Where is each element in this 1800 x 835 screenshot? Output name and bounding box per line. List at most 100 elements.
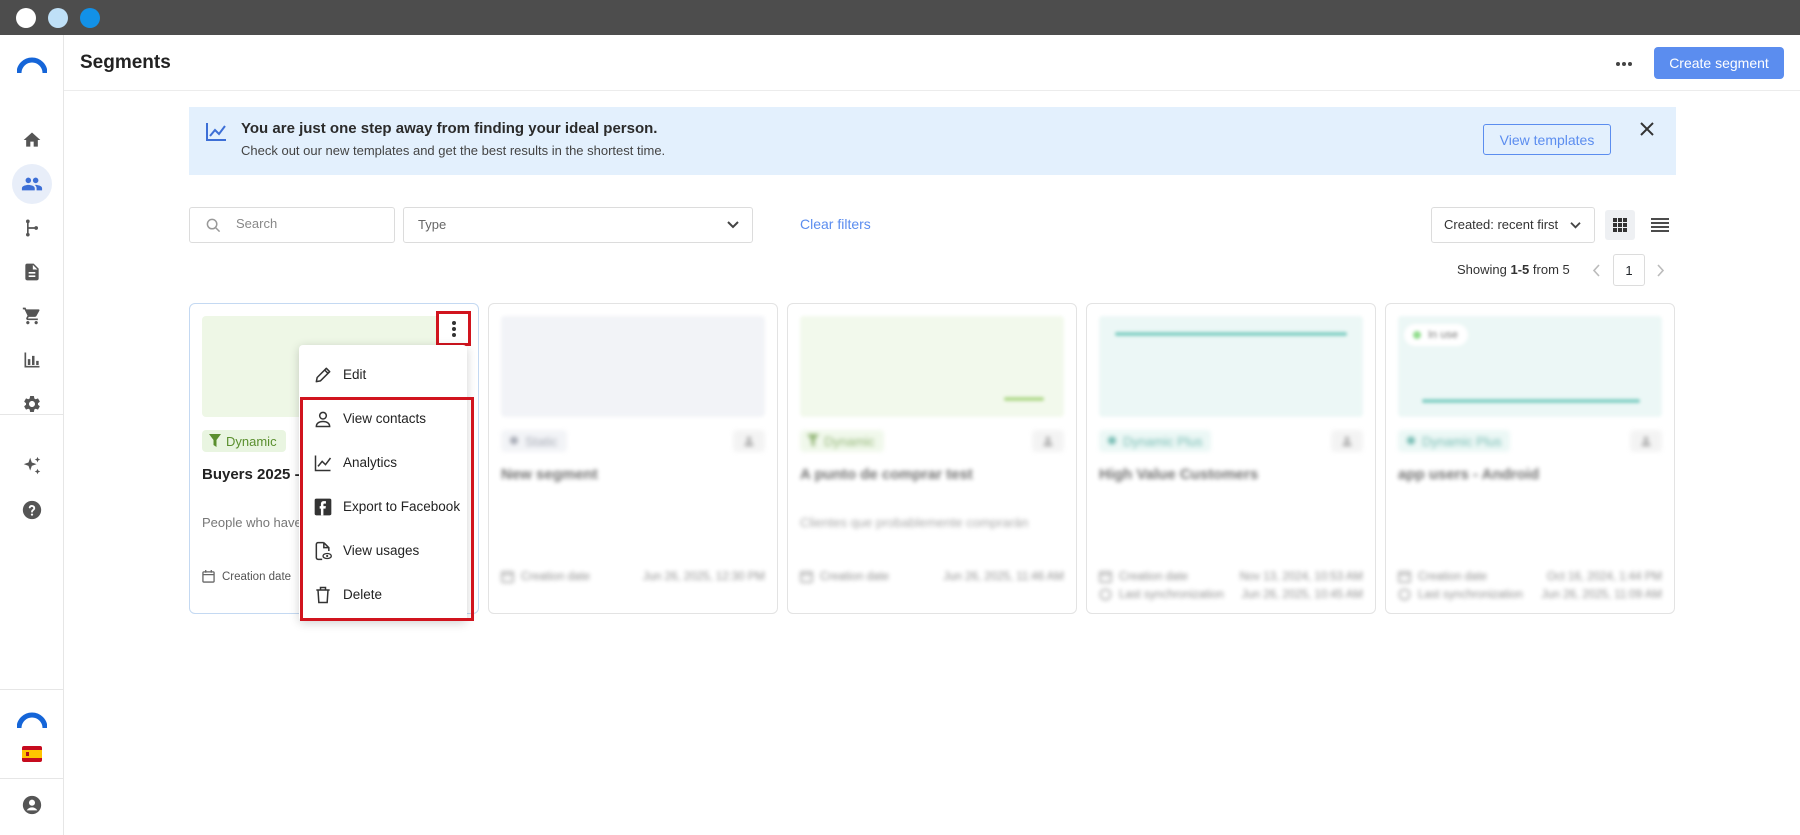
more-horizontal-icon — [1616, 62, 1632, 66]
calendar-icon — [1398, 571, 1411, 583]
chevron-left-icon — [1592, 263, 1600, 277]
menu-item-label: Delete — [343, 587, 383, 602]
sidebar-item-journeys[interactable] — [12, 208, 52, 248]
list-view-button[interactable] — [1645, 210, 1675, 240]
sort-select[interactable]: Created: recent first — [1431, 207, 1595, 243]
brand-logo-icon[interactable] — [12, 45, 52, 85]
sync-icon — [1099, 588, 1112, 601]
sparkles-icon — [23, 456, 41, 475]
sidebar-item-help[interactable] — [12, 490, 52, 530]
sidebar-item-contacts[interactable] — [12, 164, 52, 204]
creation-date-label: Creation date — [820, 571, 890, 583]
segment-type-badge: Dynamic Plus — [1398, 430, 1511, 452]
sidebar-divider — [0, 414, 64, 415]
sidebar-item-content[interactable] — [12, 252, 52, 292]
type-select[interactable]: Type — [403, 207, 753, 243]
search-field[interactable] — [189, 207, 395, 243]
prev-page-button[interactable] — [1586, 260, 1606, 280]
segment-title: app users - Android — [1398, 466, 1540, 483]
search-input[interactable] — [236, 216, 386, 231]
chevron-right-icon — [1656, 263, 1664, 277]
window-close-dot[interactable] — [16, 8, 36, 28]
trend-chart-icon — [205, 122, 227, 147]
templates-banner: You are just one step away from finding … — [189, 107, 1676, 175]
segment-type-badge: Dynamic — [202, 430, 286, 452]
menu-item-export-facebook[interactable]: Export to Facebook — [299, 485, 467, 529]
sort-select-value: Created: recent first — [1444, 217, 1559, 232]
creation-date-value: Jun 26, 2025, 11:46 AM — [943, 571, 1064, 583]
more-vertical-icon — [451, 320, 456, 337]
sidebar-item-ecommerce[interactable] — [12, 296, 52, 336]
creation-date-label: Creation date — [1418, 571, 1488, 583]
menu-item-label: View usages — [343, 543, 420, 558]
window-minimize-dot[interactable] — [48, 8, 68, 28]
type-select-placeholder: Type — [418, 217, 447, 232]
menu-item-view-usages[interactable]: View usages — [299, 529, 467, 573]
menu-item-view-contacts[interactable]: View contacts — [299, 397, 467, 441]
last-sync-label: Last synchronization — [1119, 589, 1224, 601]
calendar-icon — [501, 571, 514, 583]
last-sync-value: Jun 26, 2025, 10:45 AM — [1241, 589, 1363, 601]
sidebar-item-settings[interactable] — [12, 384, 52, 424]
menu-item-delete[interactable]: Delete — [299, 573, 467, 617]
segment-description: People who have — [202, 515, 302, 530]
sidebar-item-ai[interactable] — [12, 446, 52, 486]
bar-chart-icon — [24, 352, 40, 368]
segment-thumbnail — [501, 316, 765, 417]
contacts-count-badge — [1032, 430, 1064, 452]
menu-item-analytics[interactable]: Analytics — [299, 441, 467, 485]
line-chart-icon — [313, 453, 333, 473]
calendar-icon — [202, 570, 215, 583]
file-eye-icon — [313, 541, 333, 561]
grid-icon — [1613, 218, 1627, 232]
person-icon — [1641, 436, 1651, 446]
view-templates-button[interactable]: View templates — [1483, 124, 1611, 155]
segment-card[interactable]: In use Dynamic Plus app users - Android … — [1385, 303, 1675, 614]
menu-item-label: Edit — [343, 367, 367, 382]
sidebar-item-home[interactable] — [12, 120, 52, 160]
user-icon[interactable] — [12, 785, 52, 825]
creation-date-label: Creation date — [1119, 571, 1189, 583]
last-sync-value: Jun 26, 2025, 11:09 AM — [1541, 589, 1662, 601]
top-bar: Segments Create segment — [64, 35, 1800, 91]
grid-view-button[interactable] — [1605, 210, 1635, 240]
segment-title: Buyers 2025 - — [202, 466, 300, 483]
window-maximize-dot[interactable] — [80, 8, 100, 28]
filter-icon — [807, 434, 819, 447]
people-icon — [21, 177, 43, 191]
pencil-icon — [313, 365, 333, 385]
segment-card[interactable]: Dynamic A punto de comprar test Clientes… — [787, 303, 1077, 614]
chevron-down-icon — [1570, 222, 1581, 229]
contacts-count-badge — [1331, 430, 1363, 452]
sidebar-item-analytics[interactable] — [12, 340, 52, 380]
branch-icon — [26, 219, 38, 237]
spain-flag-icon[interactable] — [12, 734, 52, 774]
create-segment-button[interactable]: Create segment — [1654, 47, 1784, 79]
sidebar-divider — [0, 778, 64, 779]
sidebar-divider — [0, 689, 64, 690]
chevron-down-icon — [727, 221, 739, 229]
contacts-count-badge — [1630, 430, 1662, 452]
page-title: Segments — [80, 52, 171, 73]
menu-item-edit[interactable]: Edit — [299, 353, 467, 397]
segment-title: New segment — [501, 466, 598, 483]
window-titlebar — [0, 0, 1800, 35]
sync-icon — [1398, 588, 1411, 601]
page-number[interactable]: 1 — [1613, 254, 1645, 286]
segment-thumbnail — [800, 316, 1064, 417]
segment-card[interactable]: Dynamic Plus High Value Customers Creati… — [1086, 303, 1376, 614]
menu-item-label: Analytics — [343, 455, 398, 470]
dynamic-plus-icon — [1108, 436, 1116, 445]
more-options-button[interactable] — [1610, 50, 1638, 78]
contacts-count-badge — [733, 430, 765, 452]
segment-type-badge: Static — [501, 430, 567, 452]
list-icon — [1651, 218, 1669, 232]
help-icon — [22, 500, 42, 520]
clear-filters-link[interactable]: Clear filters — [800, 216, 871, 232]
cart-icon — [22, 307, 40, 325]
next-page-button[interactable] — [1650, 260, 1670, 280]
banner-close-button[interactable] — [1635, 117, 1659, 141]
card-options-button[interactable] — [436, 311, 471, 346]
segment-card[interactable]: Static New segment Creation date Jun 26,… — [488, 303, 778, 614]
gear-icon — [24, 396, 40, 412]
